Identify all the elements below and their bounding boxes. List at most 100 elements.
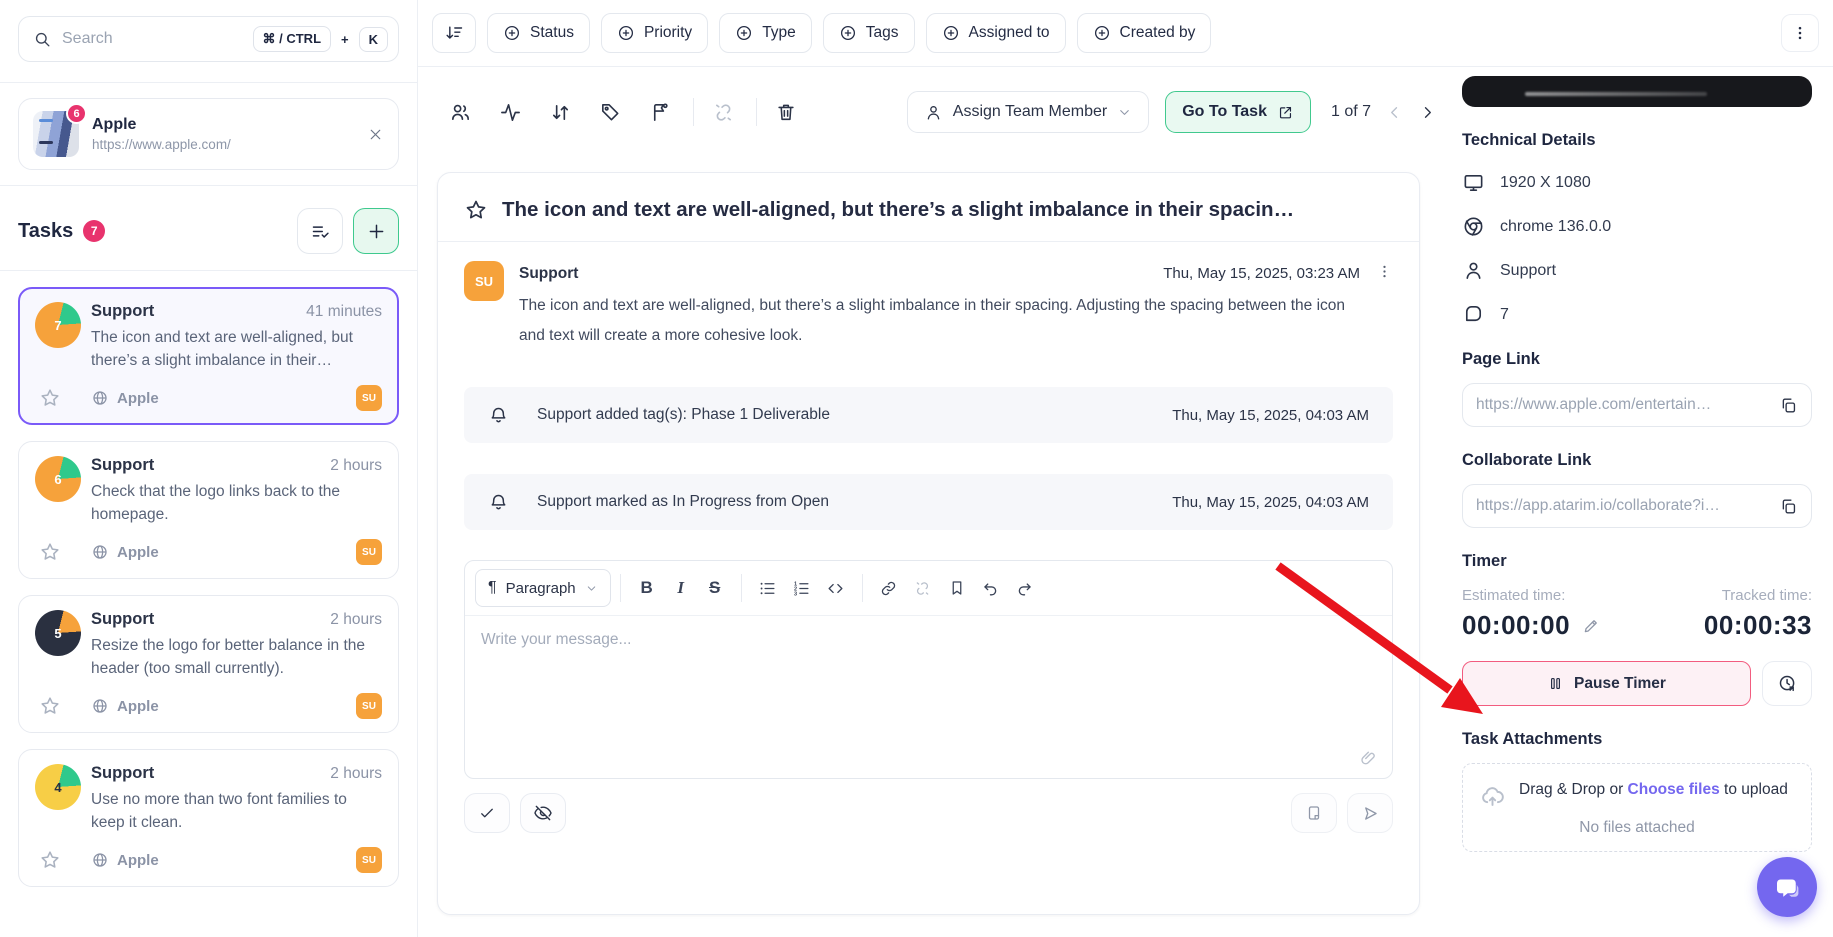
choose-files-link[interactable]: Choose files <box>1628 781 1720 798</box>
collaborate-link-value: https://app.atarim.io/collaborate?i… <box>1476 497 1769 515</box>
notification-row: Support marked as In Progress from Open … <box>464 474 1393 530</box>
filter-type[interactable]: Type <box>719 13 812 53</box>
filter-priority[interactable]: Priority <box>601 13 708 53</box>
assign-team-member-dropdown[interactable]: Assign Team Member <box>907 91 1149 133</box>
filter-created-by[interactable]: Created by <box>1077 13 1212 53</box>
unlink-button[interactable] <box>906 571 940 605</box>
task-site: Apple <box>91 543 159 561</box>
code-button[interactable] <box>819 571 853 605</box>
globe-icon <box>91 851 109 869</box>
task-author: Support <box>91 456 154 475</box>
assignee-avatar: SU <box>356 539 382 565</box>
collaborate-link-field[interactable]: https://app.atarim.io/collaborate?i… <box>1462 484 1812 528</box>
tag-icon[interactable] <box>593 95 627 129</box>
link-button[interactable] <box>872 571 906 605</box>
time-log-button[interactable] <box>1762 661 1812 706</box>
collaborators-icon[interactable] <box>443 95 477 129</box>
close-icon[interactable] <box>367 126 384 143</box>
list-check-icon <box>310 221 331 242</box>
note-icon <box>1305 804 1323 822</box>
comment-count-value: 7 <box>1500 306 1509 324</box>
paragraph-style-dropdown[interactable]: ¶ Paragraph <box>475 569 611 607</box>
copy-icon[interactable] <box>1779 396 1798 415</box>
task-screenshot-thumbnail[interactable] <box>1462 76 1812 107</box>
trash-icon[interactable] <box>769 95 803 129</box>
attach-file-icon[interactable] <box>1359 749 1378 768</box>
task-detail-card: The icon and text are well-aligned, but … <box>437 172 1420 915</box>
star-icon[interactable] <box>39 695 61 717</box>
resolve-button[interactable] <box>464 793 510 833</box>
main-content: Assign Team Member Go To Task 1 of 7 The… <box>418 67 1440 937</box>
undo-button[interactable] <box>974 571 1008 605</box>
filter-bar: Status Priority Type Tags Assigned to Cr… <box>418 0 1833 67</box>
go-to-task-button[interactable]: Go To Task <box>1165 91 1311 133</box>
flag-icon[interactable] <box>643 95 677 129</box>
comment-bubble-icon <box>1462 303 1485 326</box>
filter-tags[interactable]: Tags <box>823 13 915 53</box>
dropzone-text: Drag & Drop or Choose files to upload <box>1519 779 1788 800</box>
person-icon <box>924 103 943 122</box>
pause-timer-button[interactable]: Pause Timer <box>1462 661 1751 706</box>
resolution-row: 1920 X 1080 <box>1462 171 1812 194</box>
chat-widget-button[interactable] <box>1757 857 1817 917</box>
star-icon[interactable] <box>39 387 61 409</box>
redo-button[interactable] <box>1008 571 1042 605</box>
chevron-down-icon <box>585 582 598 595</box>
send-button[interactable] <box>1347 793 1393 833</box>
search-box[interactable]: ⌘ / CTRL + K <box>18 16 399 62</box>
globe-icon <box>91 543 109 561</box>
task-card-5[interactable]: 5 Support 2 hours Resize the logo for be… <box>18 595 399 733</box>
filter-assigned-to[interactable]: Assigned to <box>926 13 1066 53</box>
task-site: Apple <box>91 697 159 715</box>
page-link-field[interactable]: https://www.apple.com/entertain… <box>1462 383 1812 427</box>
comment-author: Support <box>519 265 578 283</box>
comment-body: The icon and text are well-aligned, but … <box>519 291 1393 351</box>
more-options-button[interactable] <box>1781 14 1819 52</box>
sort-arrows-icon[interactable] <box>543 95 577 129</box>
site-card-apple[interactable]: 6 Apple https://www.apple.com/ <box>18 98 399 170</box>
star-icon[interactable] <box>39 541 61 563</box>
circle-plus-icon <box>503 24 521 42</box>
unlink-icon[interactable] <box>706 95 740 129</box>
italic-button[interactable]: I <box>664 571 698 605</box>
comment-menu-icon[interactable] <box>1376 263 1393 280</box>
tracked-time-value: 00:00:33 <box>1704 610 1812 641</box>
filter-status[interactable]: Status <box>487 13 590 53</box>
activity-icon[interactable] <box>493 95 527 129</box>
search-input[interactable] <box>62 30 243 48</box>
edit-pencil-icon[interactable] <box>1582 617 1600 635</box>
task-card-6[interactable]: 6 Support 2 hours Check that the logo li… <box>18 441 399 579</box>
copy-icon[interactable] <box>1779 497 1798 516</box>
sort-button[interactable] <box>432 13 476 53</box>
prev-task-chevron[interactable] <box>1385 103 1404 122</box>
task-toolbar: Assign Team Member Go To Task 1 of 7 <box>443 87 1437 137</box>
eye-off-icon <box>533 803 553 823</box>
attachments-dropzone[interactable]: Drag & Drop or Choose files to upload No… <box>1462 763 1812 852</box>
bookmark-button[interactable] <box>940 571 974 605</box>
title-star-icon[interactable] <box>464 198 488 222</box>
page-link-title: Page Link <box>1462 350 1812 369</box>
add-task-button[interactable] <box>353 208 399 254</box>
strikethrough-button[interactable]: S <box>698 571 732 605</box>
editor-actions <box>464 793 1393 833</box>
notification-text: Support added tag(s): Phase 1 Deliverabl… <box>537 406 830 424</box>
task-card-4[interactable]: 4 Support 2 hours Use no more than two f… <box>18 749 399 887</box>
star-icon[interactable] <box>39 849 61 871</box>
task-age: 2 hours <box>330 457 382 475</box>
bullet-list-button[interactable] <box>751 571 785 605</box>
note-button[interactable] <box>1291 793 1337 833</box>
circle-plus-icon <box>1093 24 1111 42</box>
hide-comment-button[interactable] <box>520 793 566 833</box>
task-status-badge: 5 <box>35 610 81 656</box>
plus-icon <box>366 221 387 242</box>
sidebar: ⌘ / CTRL + K 6 Apple https://www.apple.c… <box>0 0 418 937</box>
task-sort-button[interactable] <box>297 208 343 254</box>
next-task-chevron[interactable] <box>1418 103 1437 122</box>
notification-text: Support marked as In Progress from Open <box>537 493 829 511</box>
message-input[interactable]: Write your message... <box>465 616 1392 778</box>
task-card-7[interactable]: 7 Support 41 minutes The icon and text a… <box>18 287 399 425</box>
bold-button[interactable]: B <box>630 571 664 605</box>
ordered-list-button[interactable]: 123 <box>785 571 819 605</box>
comment-timestamp: Thu, May 15, 2025, 03:23 AM <box>1163 265 1360 282</box>
tasks-title: Tasks <box>18 220 73 243</box>
